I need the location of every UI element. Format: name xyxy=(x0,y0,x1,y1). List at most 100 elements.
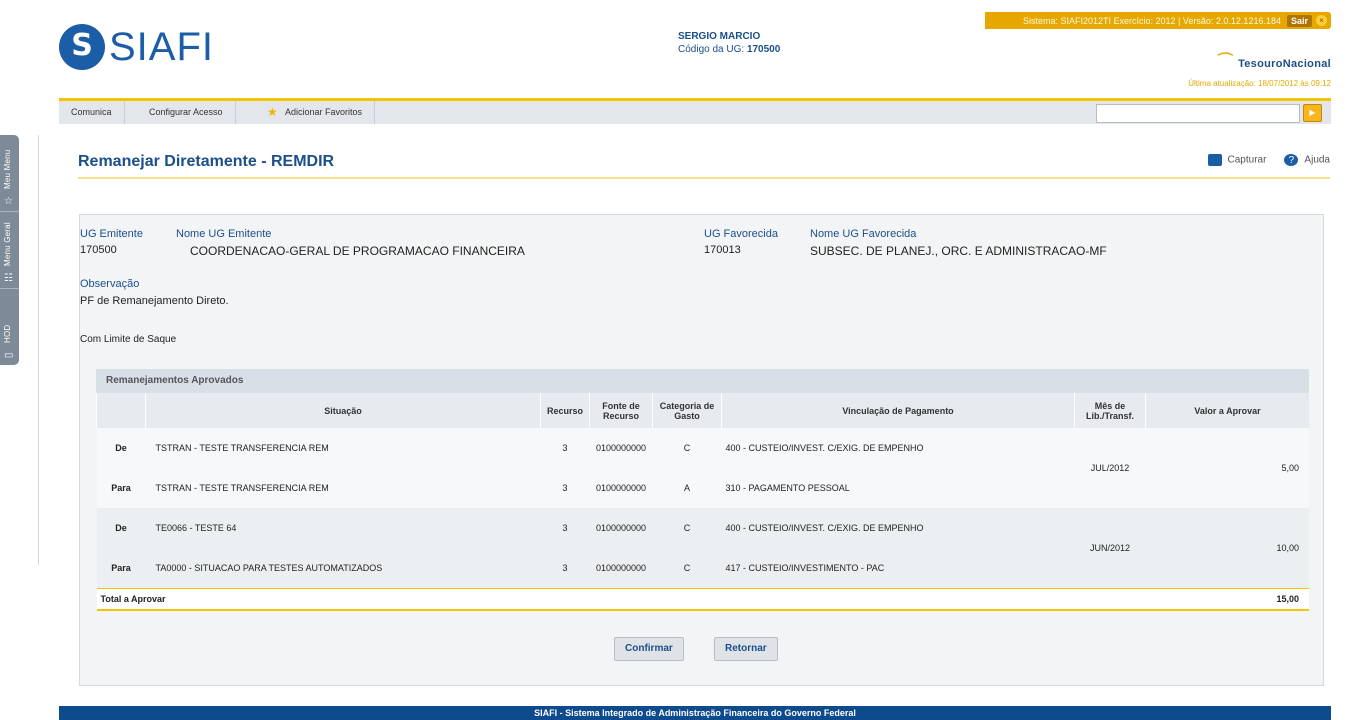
menu-configurar-acesso[interactable]: Configurar Acesso xyxy=(137,101,236,124)
observacao-value: PF de Remanejamento Direto. xyxy=(80,295,229,307)
row-valor: 5,00 xyxy=(1145,428,1309,508)
tab-hod-label: HOD xyxy=(3,324,12,343)
row-fonte: 0100000000 xyxy=(589,508,653,548)
total-row: Total a Aprovar 15,00 xyxy=(96,588,1309,611)
help-icon: ? xyxy=(1284,154,1299,166)
row-situacao: TE0066 - TESTE 64 xyxy=(145,508,541,548)
col-situacao: Situação xyxy=(145,393,541,428)
row-categoria: C xyxy=(652,508,722,548)
col-categoria: Categoria de Gasto xyxy=(652,393,722,428)
table-row: De TE0066 - TESTE 64 3 0100000000 C 400 … xyxy=(96,508,1309,589)
tab-menu-geral[interactable]: Menu Geral ☷ xyxy=(0,212,19,289)
capture-label: Capturar xyxy=(1227,154,1267,166)
title-actions: Capturar ? Ajuda xyxy=(1207,154,1330,166)
total-value: 15,00 xyxy=(1145,588,1309,611)
header: S SIAFI SERGIO MARCIO Código da UG: 1705… xyxy=(59,0,1331,95)
page-title: Remanejar Diretamente - REMDIR xyxy=(78,153,335,170)
table-row: De TSTRAN - TESTE TRANSFERENCIA REM 3 01… xyxy=(96,428,1309,508)
col-mes: Mês de Lib./Transf. xyxy=(1074,393,1146,428)
exit-button[interactable]: Sair xyxy=(1286,14,1312,27)
row-situacao: TA0000 - SITUACAO PARA TESTES AUTOMATIZA… xyxy=(145,548,541,589)
row-recurso: 3 xyxy=(540,428,590,468)
menu-adicionar-favoritos[interactable]: ★ Adicionar Favoritos xyxy=(257,101,376,124)
row-recurso: 3 xyxy=(540,548,590,589)
footer: SIAFI - Sistema Integrado de Administraç… xyxy=(59,706,1331,720)
siafi-logo-text: SIAFI xyxy=(109,24,215,69)
nome-ug-favorecida-label: Nome UG Favorecida xyxy=(810,228,917,240)
remanejamentos-table: Situação Recurso Fonte de Recurso Catego… xyxy=(96,393,1309,611)
row-tipo: De xyxy=(96,508,146,548)
terminal-icon: ▭ xyxy=(4,350,14,361)
row-vinculacao: 417 - CUSTEIO/INVESTIMENTO - PAC xyxy=(721,548,1075,589)
exit-icon[interactable]: × xyxy=(1316,15,1327,26)
col-tipo xyxy=(96,393,146,428)
siafi-logo: S SIAFI xyxy=(59,22,214,72)
row-situacao: TSTRAN - TESTE TRANSFERENCIA REM xyxy=(145,428,541,468)
row-vinculacao: 310 - PAGAMENTO PESSOAL xyxy=(721,468,1075,508)
title-divider xyxy=(78,177,1330,179)
help-label: Ajuda xyxy=(1304,154,1330,166)
row-fonte: 0100000000 xyxy=(589,548,653,589)
nome-ug-emitente-value: COORDENACAO-GERAL DE PROGRAMACAO FINANCE… xyxy=(190,244,525,258)
ug-code: 170500 xyxy=(746,44,781,55)
help-button[interactable]: ? Ajuda xyxy=(1284,154,1330,166)
tesouro-logo: ⁀ TesouroNacional xyxy=(1218,54,1331,71)
row-valor: 10,00 xyxy=(1145,508,1309,589)
col-valor: Valor a Aprovar xyxy=(1145,393,1309,428)
row-situacao: TSTRAN - TESTE TRANSFERENCIA REM xyxy=(145,468,541,508)
user-name: SERGIO MARCIO xyxy=(678,31,761,42)
back-button[interactable]: Retornar xyxy=(714,637,778,661)
system-info: Sistema: SIAFI2012TI Exercício: 2012 | V… xyxy=(1022,15,1281,26)
col-vinculacao: Vinculação de Pagamento xyxy=(721,393,1075,428)
tree-icon: ☷ xyxy=(4,273,13,284)
siafi-logo-mark: S xyxy=(59,24,105,70)
limite-saque-text: Com Limite de Saque xyxy=(80,334,177,345)
tab-menu-geral-label: Menu Geral xyxy=(3,222,12,266)
grid-title: Remanejamentos Aprovados xyxy=(96,369,1309,393)
nome-ug-favorecida-value: SUBSEC. DE PLANEJ., ORC. E ADMINISTRACAO… xyxy=(810,244,1107,258)
star-icon: ☆ xyxy=(4,196,13,207)
col-recurso: Recurso xyxy=(540,393,590,428)
remanejamentos-grid: Remanejamentos Aprovados Situação Recurs… xyxy=(96,369,1309,611)
tesouro-star-icon: ⁀ xyxy=(1218,54,1233,71)
row-categoria: C xyxy=(652,428,722,468)
user-info: SERGIO MARCIO Código da UG: 170500 xyxy=(678,30,780,56)
tab-meu-menu-label: Meu Menu xyxy=(3,149,12,189)
col-fonte: Fonte de Recurso xyxy=(589,393,653,428)
menu-bar: Comunica Configurar Acesso ★ Adicionar F… xyxy=(59,98,1331,124)
observacao-label: Observação xyxy=(80,278,140,290)
menu-comunica[interactable]: Comunica xyxy=(59,101,125,124)
last-update: Última atualização: 18/07/2012 às 09:12 xyxy=(1188,79,1331,88)
row-mes: JUL/2012 xyxy=(1074,428,1146,508)
row-vinculacao: 400 - CUSTEIO/INVEST. C/EXIG. DE EMPENHO xyxy=(721,428,1075,468)
ug-emitente-value: 170500 xyxy=(80,244,117,256)
main-panel: UG Emitente 170500 Nome UG Emitente COOR… xyxy=(79,214,1324,686)
row-tipo: Para xyxy=(96,468,146,508)
ug-emitente-label: UG Emitente xyxy=(80,228,143,240)
capture-button[interactable]: Capturar xyxy=(1207,154,1267,166)
ug-label: Código da UG: xyxy=(678,44,745,55)
row-recurso: 3 xyxy=(540,468,590,508)
row-vinculacao: 400 - CUSTEIO/INVEST. C/EXIG. DE EMPENHO xyxy=(721,508,1075,548)
row-categoria: C xyxy=(652,548,722,589)
menu-adicionar-favoritos-label: Adicionar Favoritos xyxy=(285,107,363,117)
system-bar: Sistema: SIAFI2012TI Exercício: 2012 | V… xyxy=(985,12,1331,29)
side-divider xyxy=(38,135,39,565)
row-categoria: A xyxy=(652,468,722,508)
row-mes: JUN/2012 xyxy=(1074,508,1146,589)
row-fonte: 0100000000 xyxy=(589,428,653,468)
ug-favorecida-label: UG Favorecida xyxy=(704,228,778,240)
search-go-icon[interactable]: ▶ xyxy=(1303,104,1322,122)
ug-favorecida-value: 170013 xyxy=(704,244,741,256)
row-tipo: Para xyxy=(96,548,146,589)
nome-ug-emitente-label: Nome UG Emitente xyxy=(176,228,272,240)
confirm-button[interactable]: Confirmar xyxy=(614,637,684,661)
row-tipo: De xyxy=(96,428,146,468)
total-label: Total a Aprovar xyxy=(96,588,1146,611)
menu-search-input[interactable] xyxy=(1096,104,1300,123)
camera-icon xyxy=(1207,154,1222,166)
tab-meu-menu[interactable]: Meu Menu ☆ xyxy=(0,135,19,212)
side-tabs: Meu Menu ☆ Menu Geral ☷ HOD ▭ xyxy=(0,135,19,365)
tab-hod[interactable]: HOD ▭ xyxy=(0,289,19,365)
favorite-star-icon: ★ xyxy=(267,105,278,119)
